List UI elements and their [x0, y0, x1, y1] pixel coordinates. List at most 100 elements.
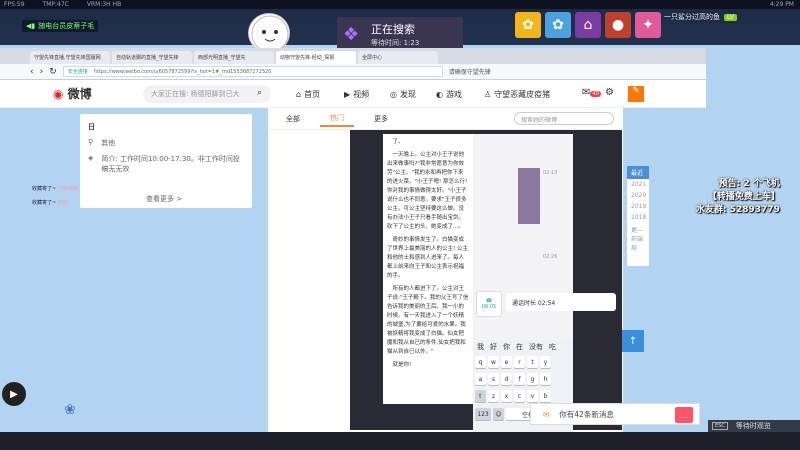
- system-stats-bar: FPS:59 TMP:47C VRM:3H HB 4:29 PM: [0, 0, 800, 9]
- tab-more[interactable]: 更多: [374, 114, 388, 124]
- key: v: [527, 390, 538, 402]
- key: t: [527, 356, 538, 368]
- tab[interactable]: 自动轨道脚的直播_守望先锋: [112, 51, 192, 64]
- tab[interactable]: 守望先锋直播,守望先锋国服网: [30, 51, 110, 64]
- key: h: [540, 373, 551, 385]
- signal-icon: ◀▮: [26, 22, 36, 30]
- key: e: [501, 356, 512, 368]
- key: f: [514, 373, 525, 385]
- extension-label[interactable]: 请确保守望先锋: [449, 67, 491, 76]
- secure-label: 安全连接: [67, 69, 88, 75]
- tab-hot[interactable]: 热门: [320, 110, 354, 127]
- user-tag: 一只鲨分过高的鱼 LV: [664, 12, 737, 22]
- num-key: 123: [475, 408, 491, 420]
- esc-hint[interactable]: ESC 等待时观览: [708, 420, 800, 432]
- weibo-header: ◉ 微博 大家正在搜: 杨德阳脚到已大 ⌕ ⌂ 首页 ▶ 视频 ◎ 发现 ◐ 游戏 ♙ 守…: [0, 80, 706, 108]
- chat-time: 02:26: [543, 254, 558, 260]
- clock: 4:29 PM: [769, 1, 794, 8]
- key: r: [514, 356, 525, 368]
- profile-card: 日 ⚲ 其他 ◈ 简介: 工作时间10:00-17:30。非工作时间投稿无无效 查看…: [80, 114, 252, 208]
- vram-stat: VRM:3H HB: [86, 1, 122, 8]
- browser-window: 守望先锋直播,守望先锋国服网 自动轨道脚的直播_守望先锋 西部光明直播_守望先 …: [0, 48, 706, 432]
- reload-icon[interactable]: ↻: [49, 67, 57, 77]
- see-more-link[interactable]: 查看更多 >: [146, 194, 182, 204]
- profile-icon[interactable]: ●: [605, 12, 631, 38]
- gear-icon[interactable]: ⚙: [605, 87, 614, 98]
- year-item[interactable]: 2020: [627, 190, 649, 201]
- info-icon: ◈: [88, 154, 94, 162]
- key-row: ⇧ zxcvb: [475, 390, 551, 402]
- forward-icon[interactable]: ›: [40, 67, 44, 77]
- friends-icon[interactable]: ✿: [545, 12, 571, 38]
- connection-status: ◀▮ 随电台员皮蒂子毛: [22, 20, 99, 32]
- key: s: [488, 373, 499, 385]
- app-icons: ✿ ✿ ⌂ ● ✦: [515, 12, 661, 38]
- home-icon: ⌂: [296, 90, 302, 99]
- wait-time: 等待时间: 1:23: [371, 39, 420, 47]
- year-item[interactable]: 更—前端局: [627, 223, 649, 254]
- key: b: [540, 390, 551, 402]
- group-icon[interactable]: ✿: [515, 12, 541, 38]
- search-input[interactable]: 大家正在搜: 杨德阳脚到已大: [143, 85, 271, 103]
- key: q: [475, 356, 486, 368]
- play-icon: ▶: [10, 388, 18, 400]
- back-to-top-button[interactable]: ↑: [622, 330, 644, 352]
- key: a: [475, 373, 486, 385]
- weibo-eye-icon: ◉: [53, 87, 64, 101]
- call-duration: 通话时长 02:54: [512, 299, 556, 307]
- weibo-main: 日 ⚲ 其他 ◈ 简介: 工作时间10:00-17:30。非工作时间投稿无无效 查看…: [0, 108, 706, 432]
- year-item[interactable]: 最近: [627, 166, 649, 179]
- nav-discover[interactable]: ◎ 发现: [390, 89, 416, 100]
- key: x: [501, 390, 512, 402]
- play-button[interactable]: ▶: [2, 382, 26, 406]
- tab-active[interactable]: 动物守望先锋-经动_探报: [276, 51, 356, 64]
- call-icon: ☎ 08:05: [476, 291, 502, 317]
- home-icon[interactable]: ⌂: [575, 12, 601, 38]
- back-icon[interactable]: ‹: [30, 67, 34, 77]
- temp-stat: TMP:47C: [42, 1, 69, 8]
- chat-time: 02:13: [543, 170, 558, 176]
- chat-image: [518, 168, 540, 224]
- year-item[interactable]: 2019: [627, 201, 649, 212]
- compose-icon[interactable]: ✎: [628, 86, 644, 102]
- nav-game[interactable]: ◐ 游戏: [436, 89, 462, 100]
- key-row: asdfgh: [475, 373, 551, 385]
- danmu-line: 收藏寄了~ 下次欢迎: [32, 186, 78, 192]
- card-intro: ◈ 简介: 工作时间10:00-17:30。非工作时间投稿无无效: [88, 154, 240, 173]
- location-icon: ⚲: [88, 138, 94, 146]
- arrow-up-icon: ↑: [628, 335, 638, 347]
- user-icon: ♙: [484, 90, 492, 99]
- year-item[interactable]: 2018: [627, 212, 649, 223]
- nav-profile[interactable]: ♙ 守望恶藏皮疫猪: [484, 89, 550, 100]
- nav-home[interactable]: ⌂ 首页: [296, 89, 320, 100]
- nav-video[interactable]: ▶ 视频: [344, 89, 369, 100]
- key: c: [514, 390, 525, 402]
- message-notification[interactable]: ✉ 你有42条新消息 …: [530, 403, 700, 425]
- tab[interactable]: 全屏中心: [358, 51, 438, 64]
- key: d: [501, 373, 512, 385]
- feed-search-input[interactable]: 搜索她的微博: [514, 112, 614, 125]
- feed-panel: 全部 热门 更多 搜索她的微博 了。 一天晚上。公主对小王子说他出来做事吗?"我…: [268, 108, 623, 432]
- video-icon: ▶: [344, 90, 351, 99]
- tab-all[interactable]: 全部: [286, 114, 300, 124]
- story-text: 了。 一天晚上。公主对小王子说他出来做事吗?"我非常愿意为你效劳"公主。"我的永…: [383, 134, 473, 404]
- key: w: [488, 356, 499, 368]
- chat-bubble-icon[interactable]: …: [675, 407, 693, 423]
- social-icon[interactable]: ✦: [635, 12, 661, 38]
- candidate-bar: 我 好 你 在 没有 吃: [477, 343, 556, 351]
- mail-icon[interactable]: ✉ 40: [582, 87, 601, 98]
- card-title: 日: [88, 123, 95, 131]
- key: y: [540, 356, 551, 368]
- stream-overlay-text: 预告: 2 个飞机 【转播免费上车】 水友群: 52893779: [696, 179, 780, 215]
- year-nav: 最近 2021 2020 2019 2018 更—前端局: [627, 166, 649, 266]
- compass-icon: ◎: [390, 90, 397, 99]
- url-field[interactable]: 安全连接 https://www.weibo.com/u/6057872599?…: [62, 66, 443, 77]
- shift-icon: ⇧: [475, 390, 486, 402]
- year-item[interactable]: 2021: [627, 179, 649, 190]
- lotus-icon: ❀: [64, 402, 76, 418]
- weibo-logo[interactable]: ◉ 微博: [53, 85, 92, 102]
- search-icon[interactable]: ⌕: [257, 88, 262, 98]
- key: g: [527, 373, 538, 385]
- tab[interactable]: 西部光明直播_守望先: [194, 51, 274, 64]
- mail-icon: ✉: [543, 409, 550, 419]
